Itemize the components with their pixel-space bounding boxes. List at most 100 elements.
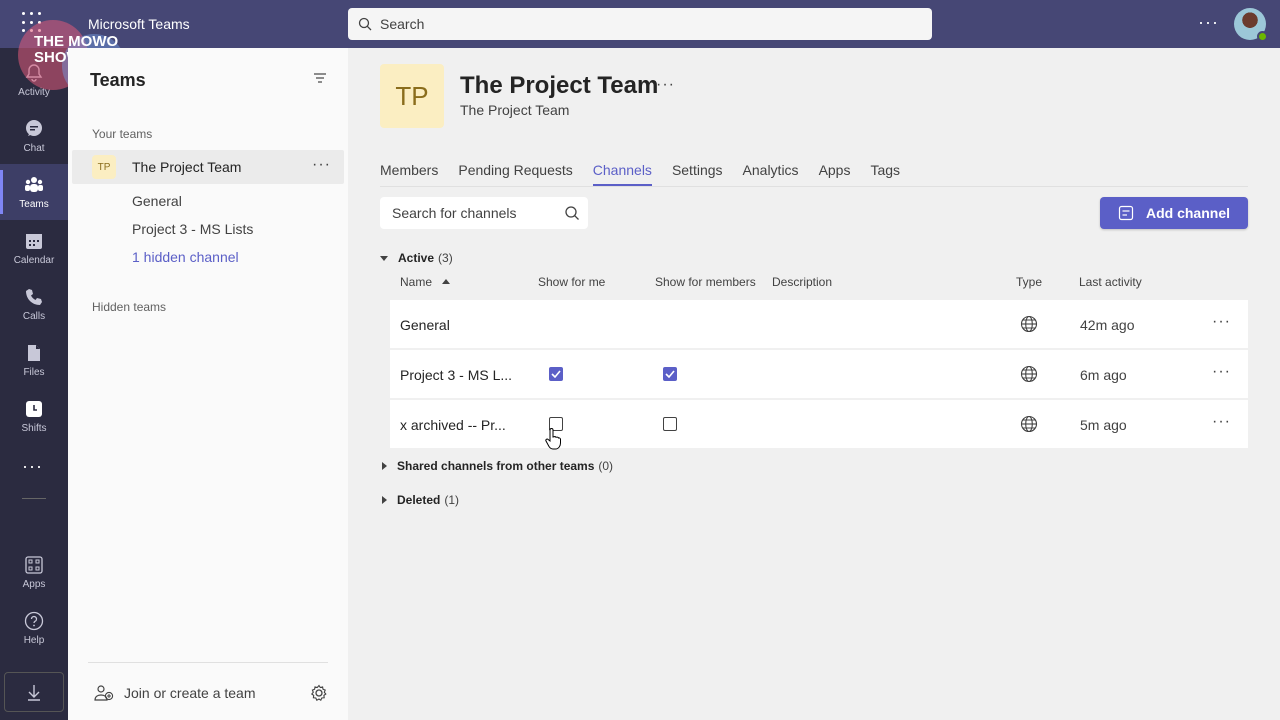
teams-list-pane: Teams Your teams TP The Project Team ···…: [68, 48, 348, 720]
tab-tags[interactable]: Tags: [870, 162, 900, 186]
show-for-members-checkbox[interactable]: [663, 367, 677, 381]
column-header-show-for-members: Show for members: [655, 275, 756, 289]
people-add-icon: [94, 685, 114, 701]
gear-icon[interactable]: [310, 684, 328, 702]
team-options-icon[interactable]: ···: [656, 76, 675, 94]
rail-item-label: Help: [23, 634, 45, 646]
group-shared-toggle[interactable]: Shared channels from other teams (0): [380, 459, 613, 473]
avatar[interactable]: [1234, 8, 1268, 42]
show-for-members-checkbox[interactable]: [663, 417, 677, 431]
download-button[interactable]: [4, 672, 64, 712]
column-header-type: Type: [1016, 275, 1043, 289]
add-channel-icon: [1118, 205, 1134, 221]
rail-divider: [22, 498, 46, 499]
show-for-me-checkbox[interactable]: [549, 367, 563, 381]
channel-search-box[interactable]: [380, 197, 588, 229]
rail-item-label: Activity: [18, 86, 50, 98]
last-activity: 6m ago: [1080, 367, 1127, 383]
teams-icon: [25, 176, 43, 192]
rail-item-calls[interactable]: Calls: [0, 276, 68, 332]
group-count: (0): [598, 459, 614, 473]
column-header-last-activity: Last activity: [1079, 275, 1142, 289]
rail-item-label: Files: [23, 366, 45, 378]
filter-icon[interactable]: [312, 70, 328, 86]
globe-icon: [1020, 415, 1038, 433]
row-more-options-icon[interactable]: ···: [1212, 363, 1231, 381]
group-active-toggle[interactable]: Active (3): [380, 251, 453, 265]
column-header-name[interactable]: Name: [400, 275, 451, 289]
hand-cursor-icon: [545, 428, 561, 450]
search-icon[interactable]: [564, 205, 580, 221]
divider: [88, 662, 328, 663]
rail-item-apps[interactable]: Apps: [0, 544, 68, 600]
row-more-options-icon[interactable]: ···: [1212, 313, 1231, 331]
checkmark-icon: [551, 370, 561, 378]
rail-item-calendar[interactable]: Calendar: [0, 220, 68, 276]
more-apps-icon[interactable]: ···: [22, 456, 43, 477]
hidden-channels-link[interactable]: 1 hidden channel: [132, 249, 239, 265]
team-avatar-large: TP: [380, 64, 444, 128]
rail-item-files[interactable]: Files: [0, 332, 68, 388]
checkmark-icon: [665, 370, 675, 378]
table-row[interactable]: x archived -- Pr... 5m ago ···: [390, 400, 1248, 448]
add-channel-label: Add channel: [1145, 205, 1230, 221]
column-header-description: Description: [772, 275, 833, 289]
rail-item-label: Teams: [19, 198, 49, 210]
group-label: Deleted: [397, 493, 441, 507]
rail-item-activity[interactable]: Activity: [0, 52, 68, 108]
globe-icon: [1020, 365, 1038, 383]
settings-more-icon[interactable]: ···: [1198, 12, 1219, 33]
tab-members[interactable]: Members: [380, 162, 438, 186]
app-launcher-icon[interactable]: [22, 12, 44, 34]
channel-search-input[interactable]: [392, 205, 552, 221]
your-teams-label: Your teams: [92, 127, 153, 141]
channel-link-project-3[interactable]: Project 3 - MS Lists: [132, 221, 253, 237]
team-more-options-icon[interactable]: ···: [312, 156, 331, 174]
group-count: (3): [438, 251, 453, 265]
chevron-right-icon: [382, 496, 387, 504]
channel-name: x archived -- Pr...: [400, 417, 506, 433]
rail-item-shifts[interactable]: Shifts: [0, 388, 68, 444]
channel-link-general[interactable]: General: [132, 193, 182, 209]
team-description: The Project Team: [460, 102, 570, 118]
divider: [380, 186, 1248, 187]
tab-apps[interactable]: Apps: [819, 162, 851, 186]
app-rail: Activity Chat Teams Calendar Calls Files…: [0, 48, 68, 720]
tab-pending-requests[interactable]: Pending Requests: [458, 162, 572, 186]
phone-icon: [26, 288, 42, 305]
presence-available-icon: [1257, 31, 1268, 42]
help-icon: [24, 611, 44, 630]
globe-icon: [1020, 315, 1038, 333]
hidden-teams-label[interactable]: Hidden teams: [92, 300, 166, 314]
calendar-icon: [26, 233, 42, 249]
app-title: Microsoft Teams: [88, 16, 190, 32]
rail-item-help[interactable]: Help: [0, 600, 68, 656]
tab-settings[interactable]: Settings: [672, 162, 723, 186]
group-deleted-toggle[interactable]: Deleted (1): [380, 493, 459, 507]
channel-name: Project 3 - MS L...: [400, 367, 513, 383]
file-icon: [28, 344, 40, 361]
search-icon: [358, 17, 372, 31]
column-header-show-for-me: Show for me: [538, 275, 606, 289]
tab-analytics[interactable]: Analytics: [743, 162, 799, 186]
rail-item-chat[interactable]: Chat: [0, 108, 68, 164]
row-more-options-icon[interactable]: ···: [1212, 413, 1231, 431]
team-item-the-project-team[interactable]: TP The Project Team ···: [72, 150, 344, 184]
last-activity: 5m ago: [1080, 417, 1127, 433]
tab-bar: Members Pending Requests Channels Settin…: [380, 162, 920, 186]
pane-title: Teams: [90, 70, 146, 90]
rail-item-teams[interactable]: Teams: [0, 164, 68, 220]
apps-icon: [25, 555, 43, 574]
search-bar[interactable]: [348, 8, 932, 40]
team-management-view: TP The Project Team ··· The Project Team…: [348, 48, 1280, 720]
join-create-team-button[interactable]: Join or create a team: [94, 684, 256, 702]
group-count: (1): [444, 493, 460, 507]
rail-item-label: Shifts: [21, 422, 47, 434]
rail-item-label: Calendar: [13, 254, 55, 266]
tab-channels[interactable]: Channels: [592, 162, 652, 186]
table-row[interactable]: Project 3 - MS L... 6m ago ···: [390, 350, 1248, 398]
search-input[interactable]: [380, 16, 900, 32]
add-channel-button[interactable]: Add channel: [1100, 197, 1248, 229]
table-row[interactable]: General 42m ago ···: [390, 300, 1248, 348]
team-name: The Project Team: [132, 159, 242, 175]
